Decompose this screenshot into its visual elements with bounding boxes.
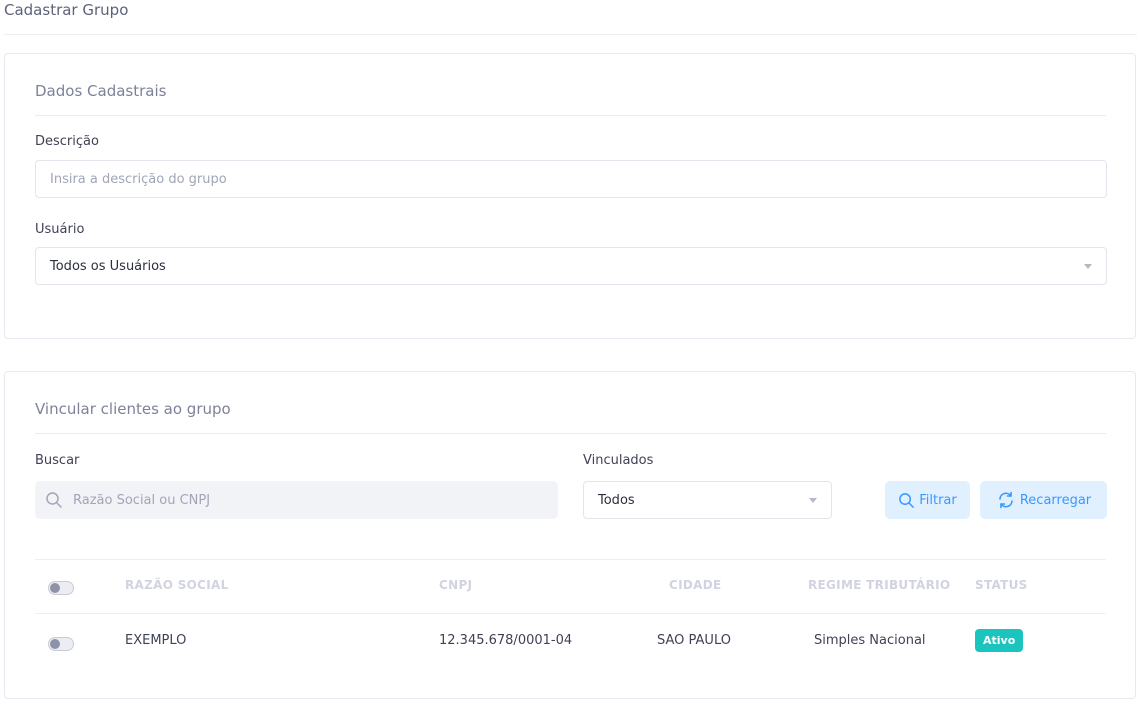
page-title: Cadastrar Grupo xyxy=(4,1,129,19)
section-divider xyxy=(35,433,1106,434)
vinculados-selected-value: Todos xyxy=(598,492,635,508)
cell-cnpj: 12.345.678/0001-04 xyxy=(439,633,573,648)
title-divider xyxy=(4,34,1137,35)
cell-regime: Simples Nacional xyxy=(814,633,926,648)
section-divider xyxy=(35,115,1106,116)
row-select-toggle[interactable] xyxy=(48,637,74,651)
descricao-input[interactable]: Insira a descrição do grupo xyxy=(35,160,1107,198)
filtrar-label: Filtrar xyxy=(919,492,957,508)
descricao-placeholder: Insira a descrição do grupo xyxy=(50,171,227,187)
buscar-placeholder: Razão Social ou CNPJ xyxy=(73,492,211,508)
status-badge: Ativo xyxy=(975,629,1024,652)
select-all-toggle[interactable] xyxy=(48,581,74,595)
dados-cadastrais-title: Dados Cadastrais xyxy=(35,82,167,100)
vinculados-label: Vinculados xyxy=(583,453,654,468)
vinculados-select[interactable]: Todos xyxy=(583,481,832,519)
vincular-title: Vincular clientes ao grupo xyxy=(35,400,231,418)
recarregar-button[interactable]: Recarregar xyxy=(980,481,1107,519)
usuario-label: Usuário xyxy=(35,222,85,237)
buscar-input[interactable]: Razão Social ou CNPJ xyxy=(35,481,558,519)
table-top-border xyxy=(35,559,1106,560)
cell-cidade: SAO PAULO xyxy=(657,633,731,648)
refresh-icon xyxy=(996,490,1016,510)
cell-razao-social: EXEMPLO xyxy=(125,633,187,648)
filtrar-button[interactable]: Filtrar xyxy=(885,481,970,519)
dados-cadastrais-card: Dados Cadastrais Descrição Insira a desc… xyxy=(4,53,1136,339)
recarregar-label: Recarregar xyxy=(1019,492,1092,508)
chevron-down-icon xyxy=(809,498,817,503)
buscar-label: Buscar xyxy=(35,453,80,468)
column-header-cidade[interactable]: CIDADE xyxy=(669,578,721,592)
vincular-clientes-card: Vincular clientes ao grupo Buscar Razão … xyxy=(4,371,1136,699)
usuario-selected-value: Todos os Usuários xyxy=(50,258,166,274)
descricao-label: Descrição xyxy=(35,134,99,149)
column-header-regime[interactable]: REGIME TRIBUTÁRIO xyxy=(808,578,950,592)
usuario-select[interactable]: Todos os Usuários xyxy=(35,247,1107,285)
column-header-cnpj[interactable]: CNPJ xyxy=(439,578,472,592)
search-icon xyxy=(898,492,915,509)
column-header-status[interactable]: STATUS xyxy=(975,578,1028,592)
chevron-down-icon xyxy=(1084,264,1092,269)
column-header-razao-social[interactable]: RAZÃO SOCIAL xyxy=(125,578,229,592)
table-header-border xyxy=(35,613,1106,614)
search-icon xyxy=(45,491,63,509)
